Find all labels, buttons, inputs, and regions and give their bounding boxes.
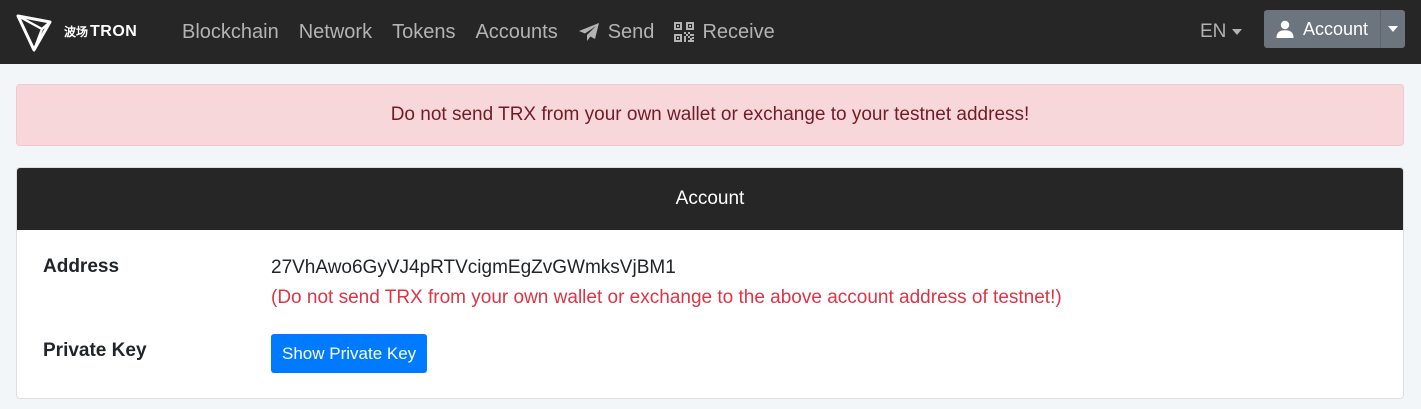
private-key-row: Private Key Show Private Key: [43, 334, 428, 373]
card-title: Account: [675, 188, 745, 209]
paper-plane-icon: [578, 22, 600, 42]
tron-logo-icon: [16, 14, 52, 52]
caret-down-icon: [1232, 29, 1243, 35]
card-header: Account: [17, 168, 1403, 230]
account-dropdown-toggle[interactable]: [1380, 10, 1405, 48]
address-label: Address: [43, 256, 120, 277]
nav-link-network[interactable]: Network: [289, 0, 382, 64]
alert-message: Do not send TRX from your own wallet or …: [390, 104, 1030, 125]
brand-name-cn: 波场: [64, 25, 89, 39]
nav-link-blockchain[interactable]: Blockchain: [172, 0, 289, 64]
brand-logo[interactable]: 波场 TRON: [16, 12, 137, 52]
account-button[interactable]: Account: [1264, 10, 1380, 48]
nav-link-receive[interactable]: Receive: [664, 0, 784, 64]
private-key-value: Show Private Key: [271, 334, 428, 373]
user-icon: [1276, 20, 1294, 38]
private-key-label: Private Key: [43, 340, 147, 361]
address-value-block: 27VhAwo6GyVJ4pRTVcigmEgZvGWmksVjBM1 (Do …: [271, 253, 1062, 313]
address-value: 27VhAwo6GyVJ4pRTVcigmEgZvGWmksVjBM1: [271, 257, 676, 278]
language-label: EN: [1200, 21, 1227, 42]
nav-link-label: Blockchain: [182, 20, 279, 43]
nav-link-tokens[interactable]: Tokens: [382, 0, 465, 64]
account-card: Account Address 27VhAwo6GyVJ4pRTVcigmEgZ…: [16, 167, 1404, 399]
nav-links: Blockchain Network Tokens Accounts Send: [172, 0, 785, 64]
brand-name-en: TRON: [90, 23, 138, 40]
caret-down-icon: [1388, 26, 1398, 32]
nav-link-label: Network: [298, 20, 373, 43]
account-button-group: Account: [1264, 10, 1405, 48]
qrcode-icon: [674, 22, 695, 42]
top-navbar: 波场 TRON Blockchain Network Tokens Account…: [0, 0, 1421, 64]
nav-link-label: Send: [607, 20, 655, 43]
show-private-key-button[interactable]: Show Private Key: [271, 334, 428, 373]
address-warning: (Do not send TRX from your own wallet or…: [271, 287, 1062, 308]
nav-link-send[interactable]: Send: [568, 0, 665, 64]
nav-link-label: Receive: [702, 20, 775, 43]
language-dropdown[interactable]: EN: [1200, 0, 1243, 64]
address-row: Address 27VhAwo6GyVJ4pRTVcigmEgZvGWmksVj…: [43, 253, 1062, 313]
nav-link-accounts[interactable]: Accounts: [465, 0, 567, 64]
testnet-warning-alert: Do not send TRX from your own wallet or …: [16, 84, 1404, 146]
nav-link-label: Accounts: [475, 20, 558, 43]
account-button-label: Account: [1303, 18, 1369, 39]
brand-name: 波场 TRON: [64, 23, 137, 41]
nav-link-label: Tokens: [392, 20, 456, 43]
